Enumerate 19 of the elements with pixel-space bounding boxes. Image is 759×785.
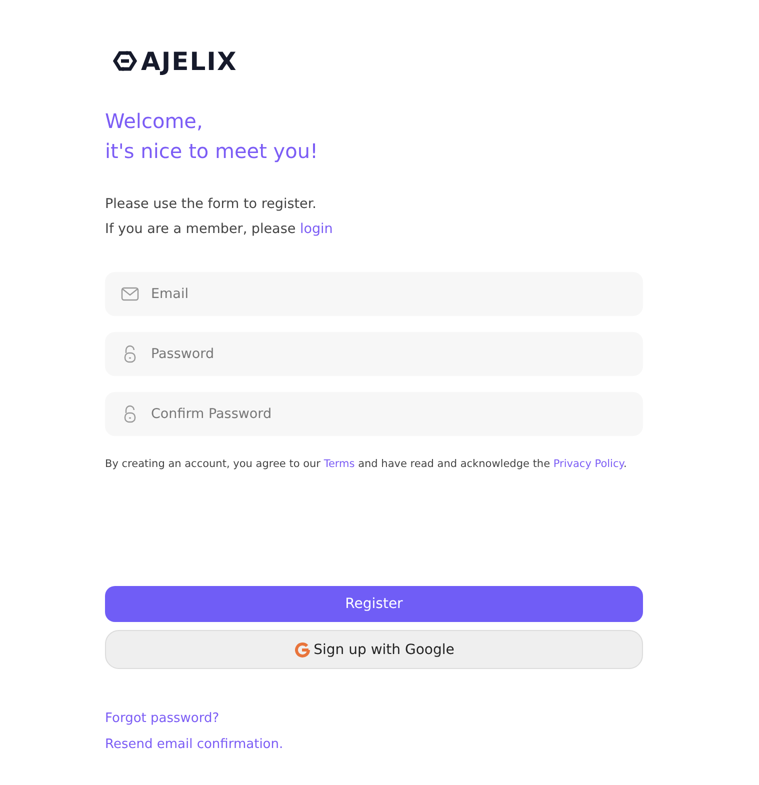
welcome-heading: it's nice to meet you! bbox=[105, 138, 320, 165]
resend-confirmation-link[interactable]: Resend email confirmation. bbox=[105, 737, 284, 752]
terms-link[interactable]: Terms bbox=[324, 458, 355, 470]
forgot-password-link[interactable]: Forgot password? bbox=[105, 711, 220, 726]
password-field[interactable]: Password bbox=[105, 332, 643, 376]
email-field[interactable]: Email bbox=[105, 272, 643, 316]
logo-text: AJELIX bbox=[141, 46, 238, 76]
login-link[interactable]: login bbox=[300, 221, 333, 237]
google-icon bbox=[294, 642, 310, 658]
welcome-heading: Welcome, bbox=[105, 108, 204, 135]
mail-icon bbox=[121, 287, 139, 301]
password-field[interactable]: Confirm Password bbox=[105, 392, 643, 436]
intro-text: Please use the form to register. bbox=[105, 195, 318, 214]
register-button[interactable]: Register bbox=[105, 586, 643, 622]
member-text: If you are a member, please login bbox=[105, 220, 334, 239]
terms-text: By creating an account, you agree to our Terms and have read and acknowledge the Privacy Policy. bbox=[105, 457, 627, 472]
google-signup-button[interactable]: Sign up with Google bbox=[105, 630, 643, 669]
privacy-policy-link[interactable]: Privacy Policy bbox=[553, 458, 624, 470]
logo-icon bbox=[113, 50, 137, 72]
